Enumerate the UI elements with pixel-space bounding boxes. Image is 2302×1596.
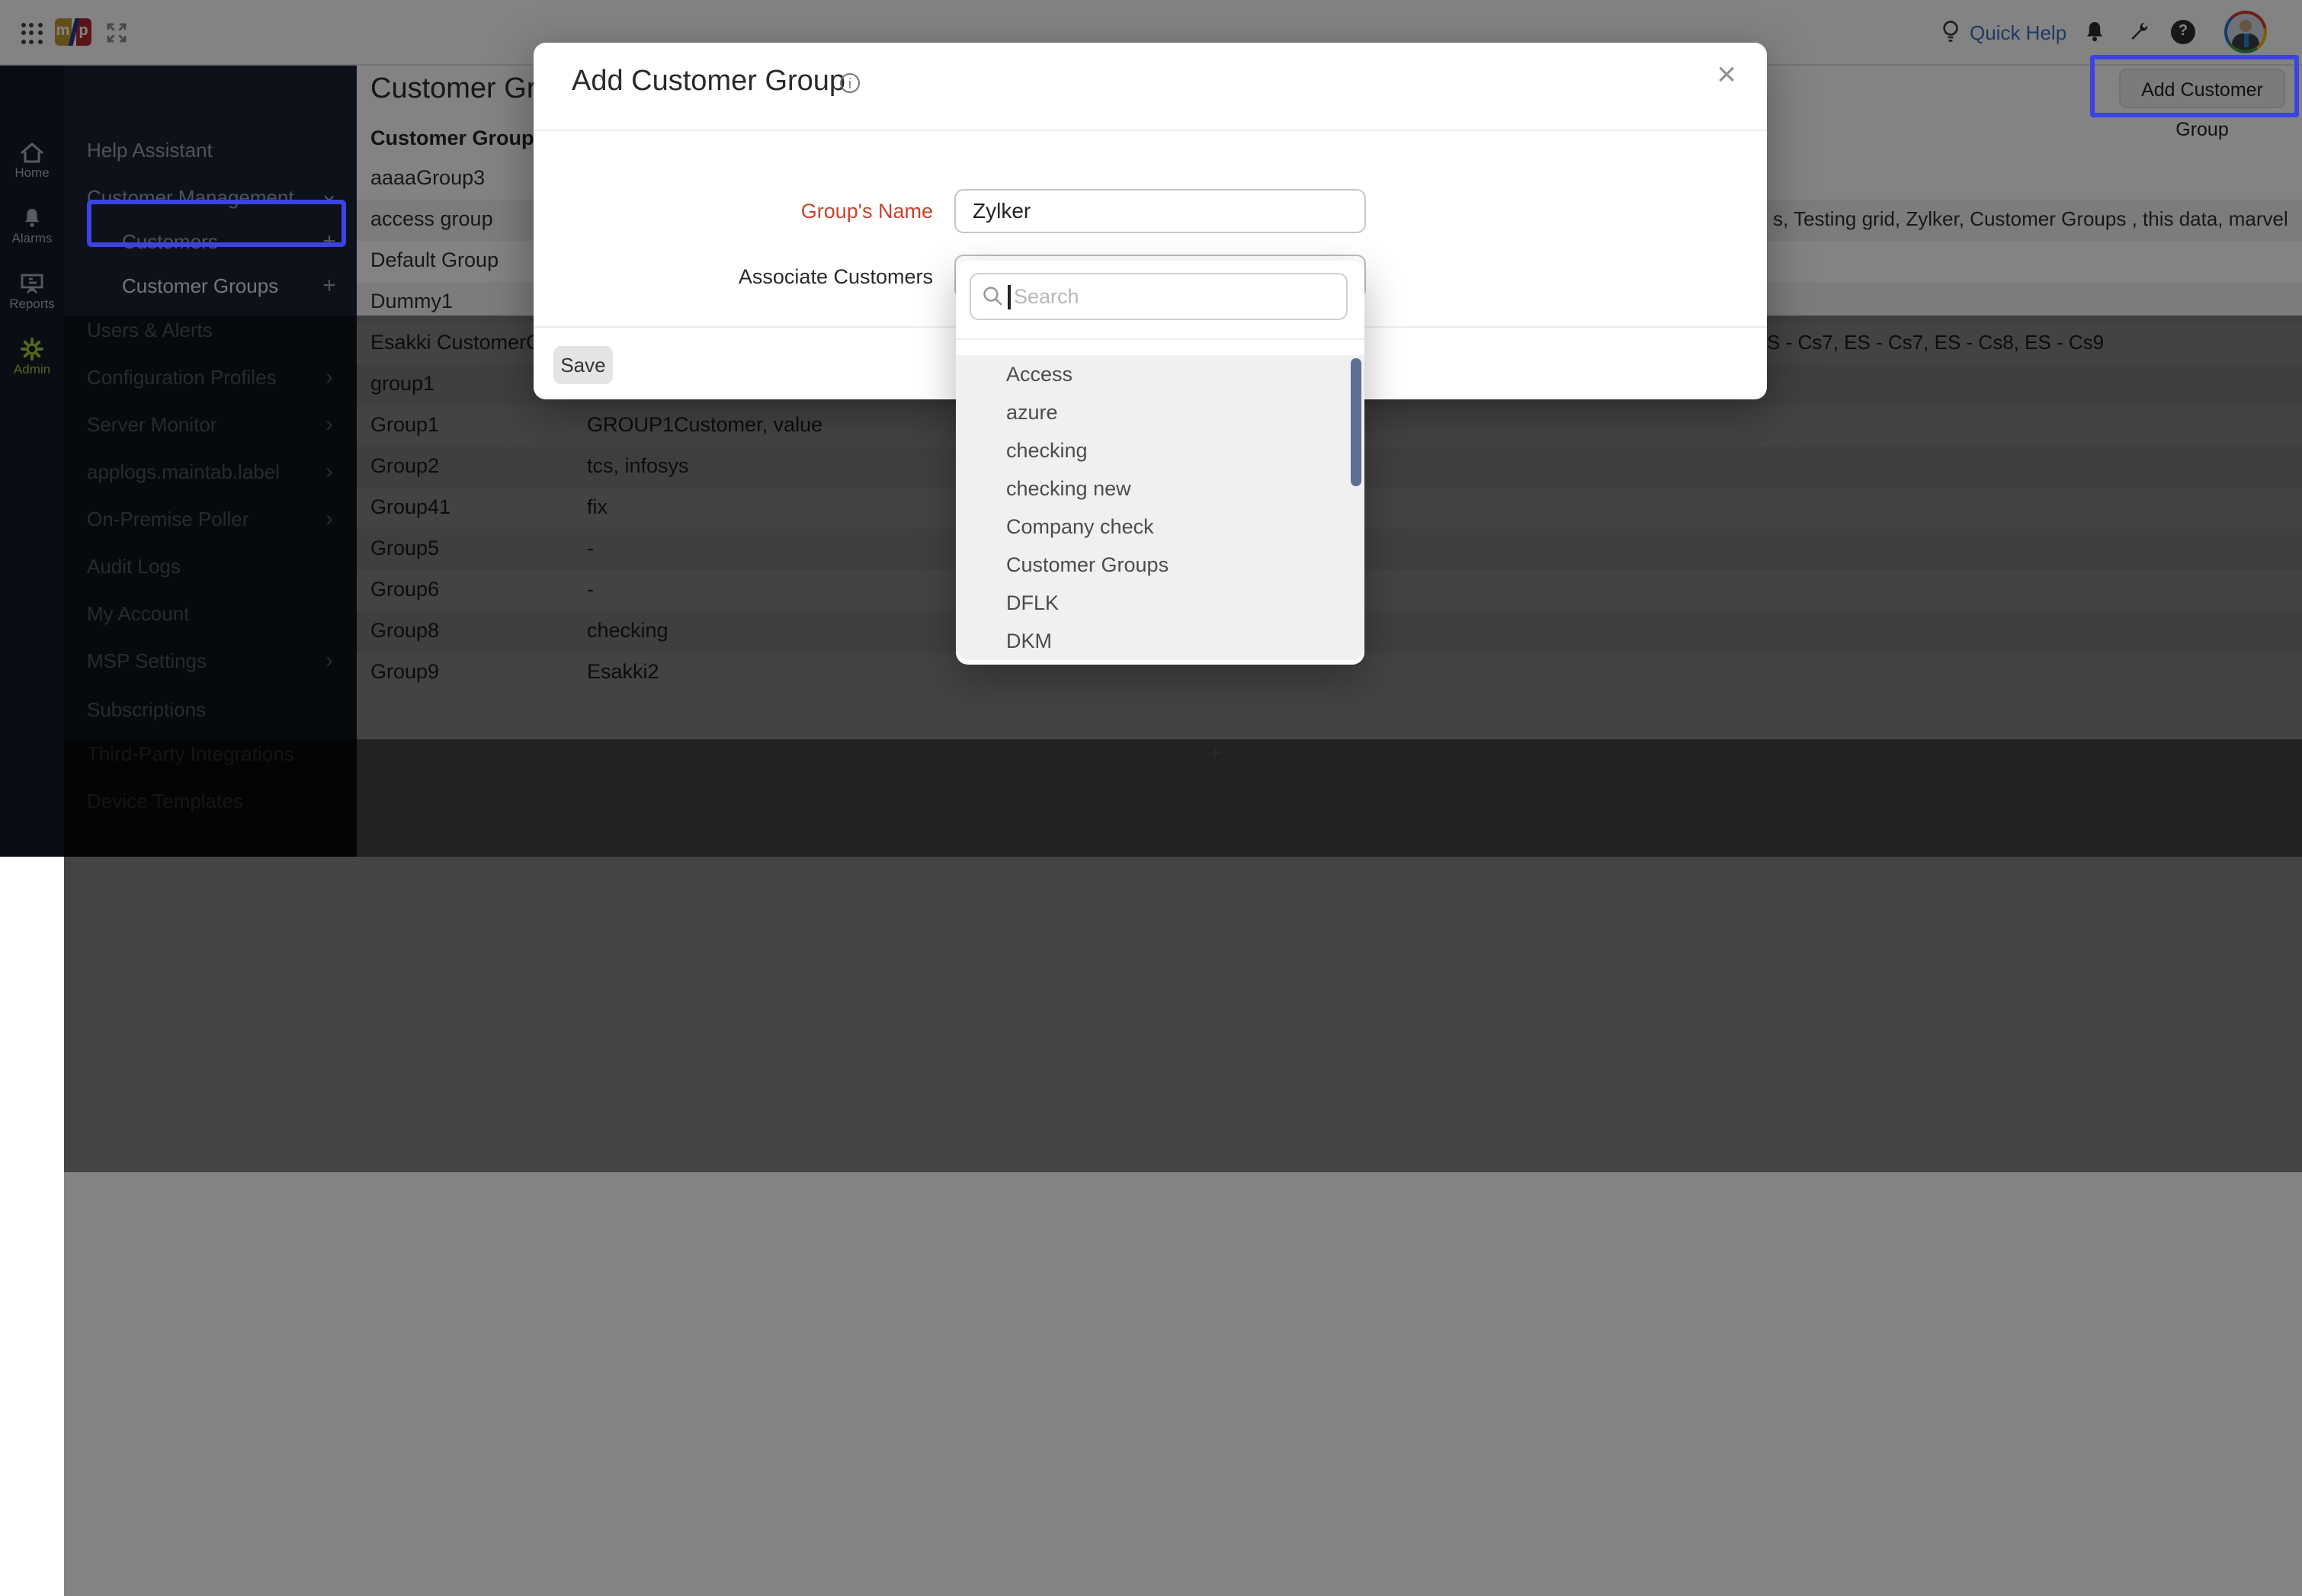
list-item[interactable]: Customer Groups (1006, 546, 1169, 584)
scrollbar-thumb[interactable] (1351, 358, 1361, 486)
list-item[interactable]: azure (1006, 393, 1058, 431)
plus-icon[interactable]: + (64, 739, 2302, 1596)
info-icon[interactable]: i (840, 73, 860, 93)
dialog-title: Add Customer Group (572, 66, 845, 99)
group-name-label: Group's Name (579, 200, 933, 223)
group-name-input[interactable]: Zylker (954, 189, 1366, 233)
search-placeholder: Search (1014, 285, 1079, 308)
dropdown-search-input[interactable]: Search (970, 273, 1348, 320)
text-cursor (1008, 285, 1010, 309)
screen: Customer Groups Add Customer Group Custo… (0, 0, 2302, 857)
list-item[interactable]: DKM (1006, 622, 1052, 660)
list-item[interactable]: Access (1006, 355, 1072, 393)
associate-customers-label: Associate Customers (579, 265, 933, 288)
list-item[interactable]: checking (1006, 431, 1088, 470)
associate-customers-dropdown: Search Access azure checking checking ne… (956, 261, 1364, 665)
list-item[interactable]: checking new (1006, 470, 1131, 508)
save-button[interactable]: Save (553, 346, 613, 384)
list-item[interactable]: Company check (1006, 508, 1154, 546)
dropdown-divider (956, 338, 1364, 340)
list-item[interactable]: DFLK (1006, 584, 1059, 622)
annotation-box-add-customer-group (2090, 55, 2299, 117)
dialog-header-divider (534, 130, 1767, 131)
annotation-box-customer-groups (87, 200, 346, 247)
close-icon[interactable]: × (1717, 58, 1736, 91)
customer-options-list: Access azure checking checking new Compa… (956, 355, 1364, 660)
search-icon (982, 285, 1005, 308)
